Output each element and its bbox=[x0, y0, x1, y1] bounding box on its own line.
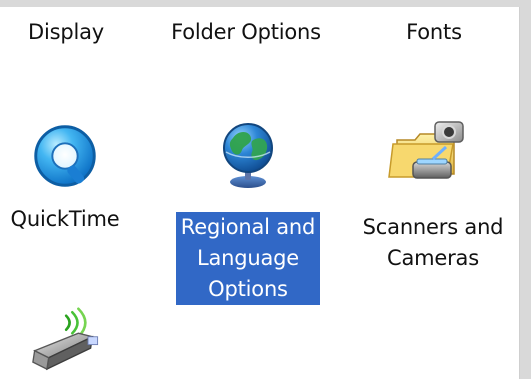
quicktime-icon bbox=[34, 125, 96, 187]
item-label: QuickTime bbox=[10, 207, 120, 231]
control-panel-item-scanners-and-cameras[interactable]: Scanners and Cameras bbox=[345, 112, 519, 282]
item-label-line: Options bbox=[208, 277, 288, 301]
item-label-line: Cameras bbox=[387, 246, 479, 270]
item-label: Display bbox=[27, 20, 104, 44]
item-label-line: Regional and bbox=[180, 215, 316, 239]
scanners-cameras-icon bbox=[388, 121, 464, 179]
item-label-line: Language bbox=[196, 246, 300, 270]
control-panel-icon-view: Display Folder Options Fonts QuickTime R… bbox=[0, 7, 520, 379]
wireless-usb-device-icon bbox=[32, 307, 99, 371]
item-label: Fonts bbox=[406, 20, 462, 44]
control-panel-item-folder-options[interactable]: Folder Options bbox=[150, 17, 342, 48]
control-panel-item-regional-and-language-options[interactable]: Regional and Language Options bbox=[160, 112, 336, 312]
item-label: Scanners and Cameras bbox=[359, 212, 508, 274]
control-panel-item-quicktime[interactable]: QuickTime bbox=[0, 112, 130, 252]
control-panel-item-display[interactable]: Display bbox=[10, 17, 122, 48]
control-panel-item-wireless-usb-device[interactable] bbox=[14, 307, 124, 379]
globe-icon bbox=[223, 123, 273, 188]
item-label-selected: Regional and Language Options bbox=[175, 212, 321, 305]
item-label: Folder Options bbox=[171, 20, 321, 44]
control-panel-item-fonts[interactable]: Fonts bbox=[378, 17, 490, 48]
item-label-line: Scanners and bbox=[362, 215, 504, 239]
